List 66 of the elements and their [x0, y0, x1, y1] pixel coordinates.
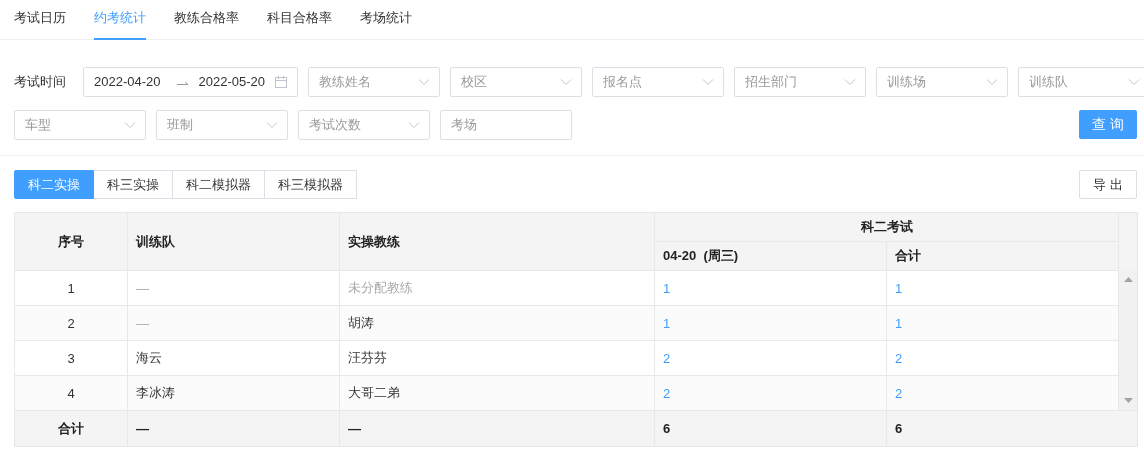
tab[interactable]: 考试日历	[14, 0, 66, 40]
select-field[interactable]: 班制	[156, 109, 288, 140]
table-cell: 4	[14, 375, 128, 411]
select-field[interactable]: 校区	[450, 66, 582, 97]
scroll-up-icon[interactable]	[1123, 276, 1133, 282]
count-link[interactable]: 2	[895, 350, 903, 366]
table-cell: 大哥二弟	[339, 375, 655, 411]
subject-tab[interactable]: 科三模拟器	[265, 170, 357, 199]
table-cell: 胡涛	[339, 305, 655, 341]
count-link[interactable]: 2	[663, 385, 671, 401]
field-label: 考试时间	[14, 72, 64, 91]
input-field[interactable]: 考场	[440, 109, 572, 140]
select-field[interactable]: 车型	[14, 109, 146, 140]
table-cell: 6	[886, 410, 1138, 447]
column-header: 序号	[14, 212, 128, 271]
select-field[interactable]: 招生部门	[734, 66, 866, 97]
select-field[interactable]: 报名点	[592, 66, 724, 97]
table-cell: 2	[14, 305, 128, 341]
chevron-down-icon	[560, 77, 572, 86]
count-link[interactable]: 1	[895, 315, 903, 331]
table-cell: —	[127, 270, 340, 306]
date-range-field[interactable]: 2022-04-20 2022-05-20	[83, 66, 298, 97]
chevron-down-icon	[408, 120, 420, 129]
table-cell: —	[127, 410, 340, 447]
count-link[interactable]: 1	[663, 315, 671, 331]
count-link[interactable]: 1	[663, 280, 671, 296]
group-header: 科二考试	[654, 212, 1119, 242]
select-field[interactable]: 教练姓名	[308, 66, 440, 97]
count-link[interactable]: 1	[895, 280, 903, 296]
table-cell: 李冰涛	[127, 375, 340, 411]
table-cell: 1	[14, 270, 128, 306]
subject-tab[interactable]: 科三实操	[94, 170, 173, 199]
tab[interactable]: 考场统计	[360, 0, 412, 40]
tab[interactable]: 科目合格率	[267, 0, 332, 40]
table-cell: 3	[14, 340, 128, 376]
select-field[interactable]: 训练队	[1018, 66, 1144, 97]
table-cell: —	[339, 410, 655, 447]
column-header: 实操教练	[339, 212, 655, 271]
chevron-down-icon	[418, 77, 430, 86]
column-header: 训练队	[127, 212, 340, 271]
select-field[interactable]: 训练场	[876, 66, 1008, 97]
table-cell: —	[127, 305, 340, 341]
table-cell: 未分配教练	[339, 270, 655, 306]
table-cell: 合计	[14, 410, 128, 447]
subject-tab[interactable]: 科二模拟器	[173, 170, 265, 199]
chevron-down-icon	[844, 77, 856, 86]
table-cell: 海云	[127, 340, 340, 376]
column-header: 合计	[886, 241, 1119, 271]
chevron-down-icon	[124, 120, 136, 129]
query-button[interactable]: 查 询	[1079, 110, 1137, 139]
chevron-down-icon	[702, 77, 714, 86]
chevron-down-icon	[986, 77, 998, 86]
scroll-down-icon[interactable]	[1123, 397, 1133, 403]
table-cell: 汪芬芬	[339, 340, 655, 376]
count-link[interactable]: 2	[663, 350, 671, 366]
chevron-down-icon	[266, 120, 278, 129]
subject-tab[interactable]: 科二实操	[14, 170, 94, 199]
tab[interactable]: 约考统计	[94, 0, 146, 40]
select-field[interactable]: 考试次数	[298, 109, 430, 140]
table-cell: 6	[654, 410, 887, 447]
chevron-down-icon	[1128, 77, 1140, 86]
tab[interactable]: 教练合格率	[174, 0, 239, 40]
calendar-icon	[275, 75, 287, 88]
export-button[interactable]: 导 出	[1079, 170, 1137, 199]
count-link[interactable]: 2	[895, 385, 903, 401]
column-header: 04-20 (周三)	[654, 241, 887, 271]
